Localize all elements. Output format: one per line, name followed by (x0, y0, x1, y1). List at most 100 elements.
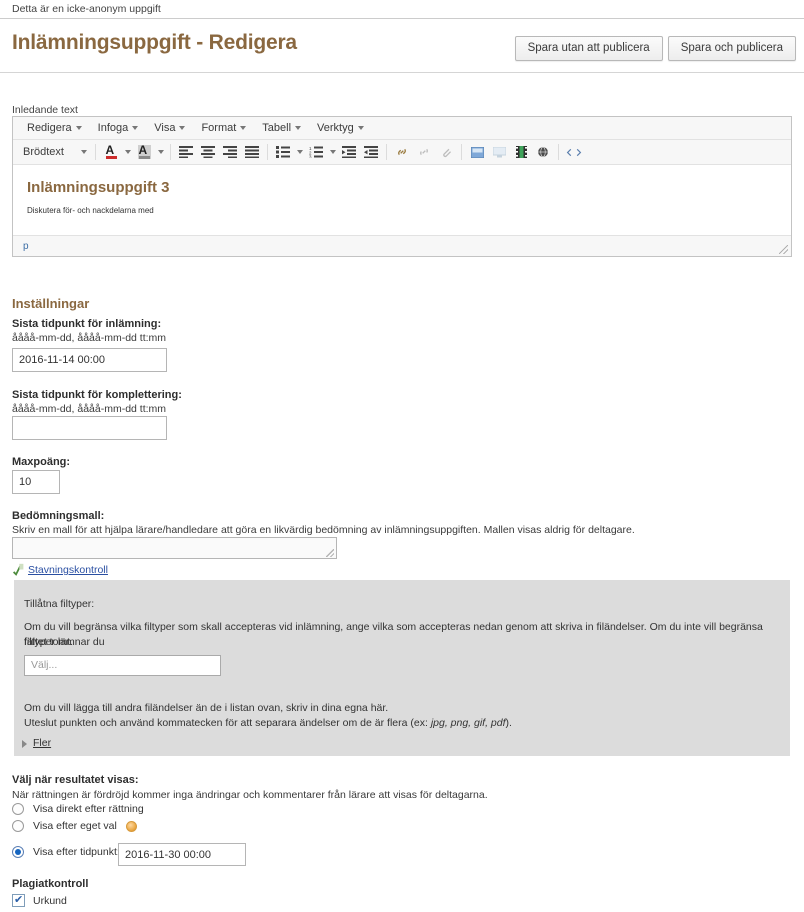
numbered-list-chevron-down-icon[interactable] (327, 142, 338, 162)
editor-label: Inledande text (12, 104, 78, 116)
menu-verktyg-label: Verktyg (317, 122, 354, 134)
globe-icon[interactable] (532, 142, 554, 162)
textarea-resize-handle[interactable] (326, 549, 334, 557)
toolbar-separator (95, 144, 96, 160)
maxpoints-input[interactable] (12, 470, 60, 494)
radio-immediate-label: Visa direkt efter rättning (33, 803, 144, 815)
completion-deadline-label: Sista tidpunkt för komplettering: (12, 389, 182, 401)
screen-icon[interactable] (488, 142, 510, 162)
rubric-label: Bedömningsmall: (12, 510, 105, 522)
link-icon[interactable] (391, 142, 413, 162)
menu-format-label: Format (201, 122, 237, 134)
unlink-icon[interactable] (413, 142, 435, 162)
indent-icon[interactable] (360, 142, 382, 162)
menu-redigera-label: Redigera (27, 122, 72, 134)
save-without-publish-button[interactable]: Spara utan att publicera (514, 36, 663, 61)
editor-menubar: Redigera Infoga Visa Format Tabell Verkt… (13, 117, 791, 140)
numbered-list-icon[interactable]: 123 (305, 142, 327, 162)
urkund-checkbox[interactable] (12, 893, 25, 907)
format-block-select[interactable]: Brödtext (19, 144, 91, 160)
outdent-icon[interactable] (338, 142, 360, 162)
background-color-icon[interactable]: A (133, 142, 155, 162)
custom-extensions-line1: Om du vill lägga till andra filändelser … (24, 702, 389, 714)
menu-redigera[interactable]: Redigera (19, 119, 90, 137)
assignment-edit-page: Detta är en icke-anonym uppgift Inlämnin… (0, 0, 804, 912)
allowed-filetypes-description-line2: fältet tomt. (24, 636, 74, 648)
deadline-label: Sista tidpunkt för inlämning: (12, 318, 162, 330)
align-center-icon[interactable] (197, 142, 219, 162)
radio-scheduled-label: Visa efter tidpunkt: (33, 846, 120, 858)
results-visibility-title: Välj när resultatet visas: (12, 774, 139, 786)
help-icon[interactable] (125, 820, 137, 832)
anonymity-notice: Detta är en icke-anonym uppgift (12, 3, 161, 15)
editor-content-paragraph: Diskutera för- och nackdelarna med (27, 206, 154, 215)
header-actions: Spara utan att publicera Spara och publi… (514, 36, 796, 61)
image-icon[interactable] (466, 142, 488, 162)
rubric-textarea[interactable] (12, 537, 337, 559)
editor-element-path: p (23, 240, 29, 252)
deadline-input[interactable] (12, 348, 167, 372)
menu-visa-label: Visa (154, 122, 176, 134)
radio-scheduled[interactable] (12, 846, 24, 858)
media-icon[interactable] (510, 142, 532, 162)
toolbar-separator (267, 144, 268, 160)
menu-verktyg[interactable]: Verktyg (309, 119, 372, 137)
maxpoints-label: Maxpoäng: (12, 456, 71, 468)
menu-visa[interactable]: Visa (146, 119, 193, 137)
editor-status-bar: p (13, 235, 791, 256)
chevron-down-icon (132, 126, 139, 130)
results-option-immediate[interactable]: Visa direkt efter rättning (12, 803, 144, 815)
plagiarism-title: Plagiatkontroll (12, 878, 89, 890)
menu-infoga[interactable]: Infoga (90, 119, 147, 137)
custom-extensions-line2-pre: Uteslut punkten och använd kommatecken f… (24, 717, 431, 729)
text-color-chevron-down-icon[interactable] (122, 142, 133, 162)
bullet-list-chevron-down-icon[interactable] (294, 142, 305, 162)
settings-section-title: Inställningar (12, 296, 90, 311)
source-code-icon[interactable] (563, 142, 585, 162)
menu-format[interactable]: Format (193, 119, 254, 137)
toolbar-separator (558, 144, 559, 160)
chevron-down-icon (295, 126, 302, 130)
bullet-list-icon[interactable] (272, 142, 294, 162)
allowed-filetypes-title: Tillåtna filtyper: (24, 598, 95, 610)
chevron-down-icon (179, 126, 186, 130)
chevron-down-icon (240, 126, 247, 130)
radio-manual[interactable] (12, 820, 24, 832)
background-color-chevron-down-icon[interactable] (155, 142, 166, 162)
deadline-format-hint: åååå-mm-dd, åååå-mm-dd tt:mm (12, 332, 167, 344)
plagiarism-option-row[interactable]: Urkund (12, 893, 67, 907)
custom-extensions-line2: Uteslut punkten och använd kommatecken f… (24, 716, 512, 731)
spellcheck-link[interactable]: Stavningskontroll (28, 564, 108, 576)
results-visibility-hint: När rättningen är fördröjd kommer inga ä… (12, 789, 488, 801)
menu-tabell[interactable]: Tabell (254, 119, 309, 137)
filetype-select[interactable]: Välj... (24, 655, 221, 676)
chevron-down-icon (357, 126, 364, 130)
svg-text:3: 3 (309, 155, 312, 159)
editor-content-area[interactable]: Inlämningsuppgift 3 Diskutera för- och n… (13, 165, 791, 235)
toolbar-separator (461, 144, 462, 160)
custom-extensions-examples: jpg, png, gif, pdf (430, 717, 506, 729)
menu-tabell-label: Tabell (262, 122, 292, 134)
menu-infoga-label: Infoga (97, 122, 129, 134)
results-option-manual[interactable]: Visa efter eget val (12, 820, 137, 832)
completion-deadline-input[interactable] (12, 416, 167, 440)
completion-deadline-format-hint: åååå-mm-dd, åååå-mm-dd tt:mm (12, 403, 167, 415)
anchor-icon[interactable] (435, 142, 457, 162)
results-date-input[interactable] (118, 843, 246, 866)
toolbar-separator (386, 144, 387, 160)
radio-manual-label: Visa efter eget val (33, 820, 117, 832)
header-divider-top (0, 18, 804, 19)
align-left-icon[interactable] (175, 142, 197, 162)
radio-immediate[interactable] (12, 803, 24, 815)
spellcheck-icon (12, 563, 25, 576)
align-right-icon[interactable] (219, 142, 241, 162)
results-option-scheduled[interactable]: Visa efter tidpunkt: (12, 846, 120, 858)
align-justify-icon[interactable] (241, 142, 263, 162)
chevron-down-icon (81, 150, 87, 154)
editor-resize-handle[interactable] (779, 245, 788, 254)
more-options-link[interactable]: Fler (33, 737, 51, 749)
urkund-label: Urkund (33, 894, 67, 907)
text-color-icon[interactable]: A (100, 142, 122, 162)
save-and-publish-button[interactable]: Spara och publicera (667, 36, 796, 61)
expand-arrow-icon (22, 740, 27, 748)
